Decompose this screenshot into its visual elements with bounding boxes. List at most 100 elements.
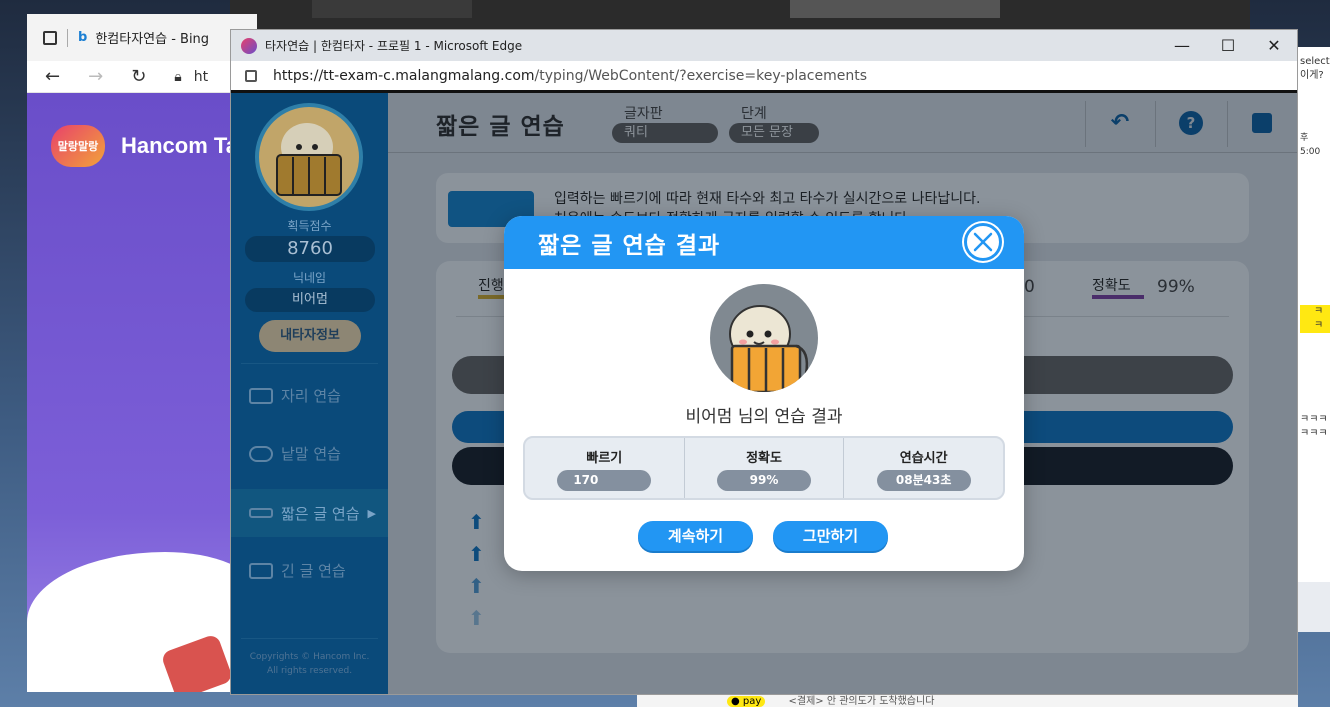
score-label: 획득점수 xyxy=(287,219,332,233)
malang-badge: 말랑말랑 xyxy=(51,125,105,167)
window-title: 타자연습 | 한컴타자 - 프로필 1 - Microsoft Edge xyxy=(265,39,523,53)
lock-icon[interactable] xyxy=(245,69,257,82)
character-icon xyxy=(276,123,342,196)
nickname-value: 비어멈 xyxy=(245,288,375,312)
back-icon[interactable]: ← xyxy=(45,66,60,87)
background-address[interactable]: 🔒︎ ht xyxy=(174,69,208,85)
lock-icon: 🔒︎ xyxy=(174,68,182,85)
keyboard-icon xyxy=(249,387,273,404)
score-value: 8760 xyxy=(245,236,375,262)
background-taskbar-strip xyxy=(230,0,1250,30)
site-favicon xyxy=(241,37,257,54)
url-host[interactable]: https://tt-exam-c.malangmalang.com xyxy=(273,68,535,84)
result-modal: 짧은 글 연습 결과 비어멈 님의 연습 결과 빠르기 170 정확도 99% … xyxy=(504,216,1024,571)
right-partial-window: select 이게? 후 5:00 ㅋㅋ ㅋㅋㅋ ㅋㅋㅋ xyxy=(1298,47,1330,582)
up-arrow-icon: ⬆ xyxy=(468,510,485,534)
close-icon xyxy=(973,232,993,252)
divider xyxy=(1155,101,1156,147)
window-title-bar[interactable]: 타자연습 | 한컴타자 - 프로필 1 - Microsoft Edge — ☐… xyxy=(231,30,1297,61)
close-window-button[interactable]: ✕ xyxy=(1251,36,1297,55)
modal-close-button[interactable] xyxy=(964,223,1002,261)
refresh-icon[interactable]: ↻ xyxy=(131,66,146,87)
result-stats: 빠르기 170 정확도 99% 연습시간 08분43초 xyxy=(523,436,1005,500)
chevron-right-icon: ▶ xyxy=(367,506,377,520)
background-browser-window[interactable]: b 한컴타자연습 - Bing ← → ↻ 🔒︎ ht 말랑말랑 Hancom T… xyxy=(27,14,257,692)
sidebar-item-long-text[interactable]: 긴 글 연습 xyxy=(249,560,346,581)
background-tab xyxy=(312,0,472,18)
accuracy-underline xyxy=(1092,295,1144,299)
up-arrow-icon: ⬆ xyxy=(468,542,485,566)
info-line: 입력하는 빠르기에 따라 현재 타수와 최고 타수가 실시간으로 나타납니다. xyxy=(554,191,981,207)
history-arrows: ⬆ ⬆ ⬆ ⬆ xyxy=(468,506,485,634)
sidebar-item-label: 짧은 글 연습 xyxy=(281,504,360,523)
modal-title: 짧은 글 연습 결과 xyxy=(538,232,721,259)
bing-icon: b xyxy=(78,30,88,45)
stat-accuracy: 정확도 99% xyxy=(683,438,844,498)
character-icon xyxy=(729,305,809,392)
background-page: 말랑말랑 Hancom Ta xyxy=(27,93,257,692)
stat-label: 연습시간 xyxy=(899,451,948,466)
partial-time: 후 5:00 xyxy=(1300,133,1321,157)
copyright-line: Copyrights © Hancom Inc. xyxy=(249,652,370,662)
hancom-brand-text: Hancom Ta xyxy=(121,133,238,158)
background-tab-title[interactable]: 한컴타자연습 - Bing xyxy=(95,28,209,47)
address-bar[interactable]: https://tt-exam-c.malangmalang.com/typin… xyxy=(231,61,1297,93)
level-label: 단계 xyxy=(741,106,767,122)
stat-label: 빠르기 xyxy=(586,451,623,466)
modal-header: 짧은 글 연습 결과 xyxy=(504,216,1024,269)
sidebar-item-label: 긴 글 연습 xyxy=(281,562,346,580)
chat-message: <결제> 안 관의도가 도착했습니다 xyxy=(788,696,935,707)
background-tab-bar[interactable]: b 한컴타자연습 - Bing xyxy=(27,14,257,61)
copyright: Copyrights © Hancom Inc. All rights rese… xyxy=(231,650,388,678)
window-toggle-icon[interactable] xyxy=(1252,113,1272,133)
my-typing-info-button[interactable]: 내타자정보 xyxy=(259,320,361,352)
copyright-line: All rights reserved. xyxy=(266,666,353,676)
divider xyxy=(241,638,378,639)
keyboard-layout-label: 글자판 xyxy=(624,106,663,122)
stat-value: 99% xyxy=(717,470,811,491)
stat-label: 정확도 xyxy=(746,451,782,466)
background-nav-bar: ← → ↻ 🔒︎ ht xyxy=(27,61,257,93)
sidebar-item-label: 낱말 연습 xyxy=(281,445,341,463)
tab-actions-icon[interactable] xyxy=(43,30,57,45)
hancom-logo: 말랑말랑 Hancom Ta xyxy=(51,125,238,167)
sidebar: 획득점수 8760 닉네임 비어멈 내타자정보 자리 연습 낱말 연습 짧은 글… xyxy=(231,93,388,694)
short-text-icon xyxy=(249,508,273,518)
minimize-button[interactable]: — xyxy=(1159,36,1205,55)
stat-value: 08분43초 xyxy=(876,470,971,491)
divider xyxy=(67,28,68,47)
undo-icon[interactable]: ↶ xyxy=(1108,111,1132,135)
partial-value: 0 xyxy=(1024,277,1035,297)
partial-chat: ㅋㅋㅋ xyxy=(1300,414,1328,425)
continue-button[interactable]: 계속하기 xyxy=(638,521,753,551)
sidebar-item-key-placement[interactable]: 자리 연습 xyxy=(249,385,341,406)
level-select[interactable]: 모든 문장 xyxy=(729,123,819,143)
background-address-text: ht xyxy=(193,68,209,85)
stat-speed: 빠르기 170 xyxy=(525,438,684,498)
app-header: 짧은 글 연습 글자판 쿼티 단계 모든 문장 ↶ ? xyxy=(388,93,1297,153)
kakao-pay-badge: ● pay xyxy=(727,696,766,707)
result-name: 비어멈 님의 연습 결과 xyxy=(685,407,843,427)
background-tab xyxy=(790,0,1000,18)
divider xyxy=(241,363,378,364)
partial-text: select xyxy=(1300,56,1330,67)
partial-chat: ㅋㅋ xyxy=(1300,305,1330,333)
help-icon[interactable]: ? xyxy=(1179,111,1203,135)
partial-text: 이게? xyxy=(1300,70,1324,81)
long-text-icon xyxy=(249,562,273,579)
chat-bubble-icon xyxy=(249,445,273,462)
right-partial-window-footer xyxy=(1298,582,1330,632)
keyboard-layout-select[interactable]: 쿼티 xyxy=(612,123,718,143)
stop-button[interactable]: 그만하기 xyxy=(773,521,888,551)
nickname-label: 닉네임 xyxy=(292,271,327,285)
sidebar-item-word-practice[interactable]: 낱말 연습 xyxy=(249,443,341,464)
forward-icon[interactable]: → xyxy=(88,66,103,87)
result-avatar xyxy=(710,284,818,392)
sidebar-item-short-text[interactable]: 짧은 글 연습 ▶ xyxy=(231,489,388,537)
stat-practice-time: 연습시간 08분43초 xyxy=(843,438,1003,498)
url-path[interactable]: /typing/WebContent/?exercise=key-placeme… xyxy=(535,68,868,84)
accuracy-value: 99% xyxy=(1157,277,1195,297)
maximize-button[interactable]: ☐ xyxy=(1205,36,1251,55)
progress-label: 진행 xyxy=(478,278,504,294)
divider xyxy=(1085,101,1086,147)
